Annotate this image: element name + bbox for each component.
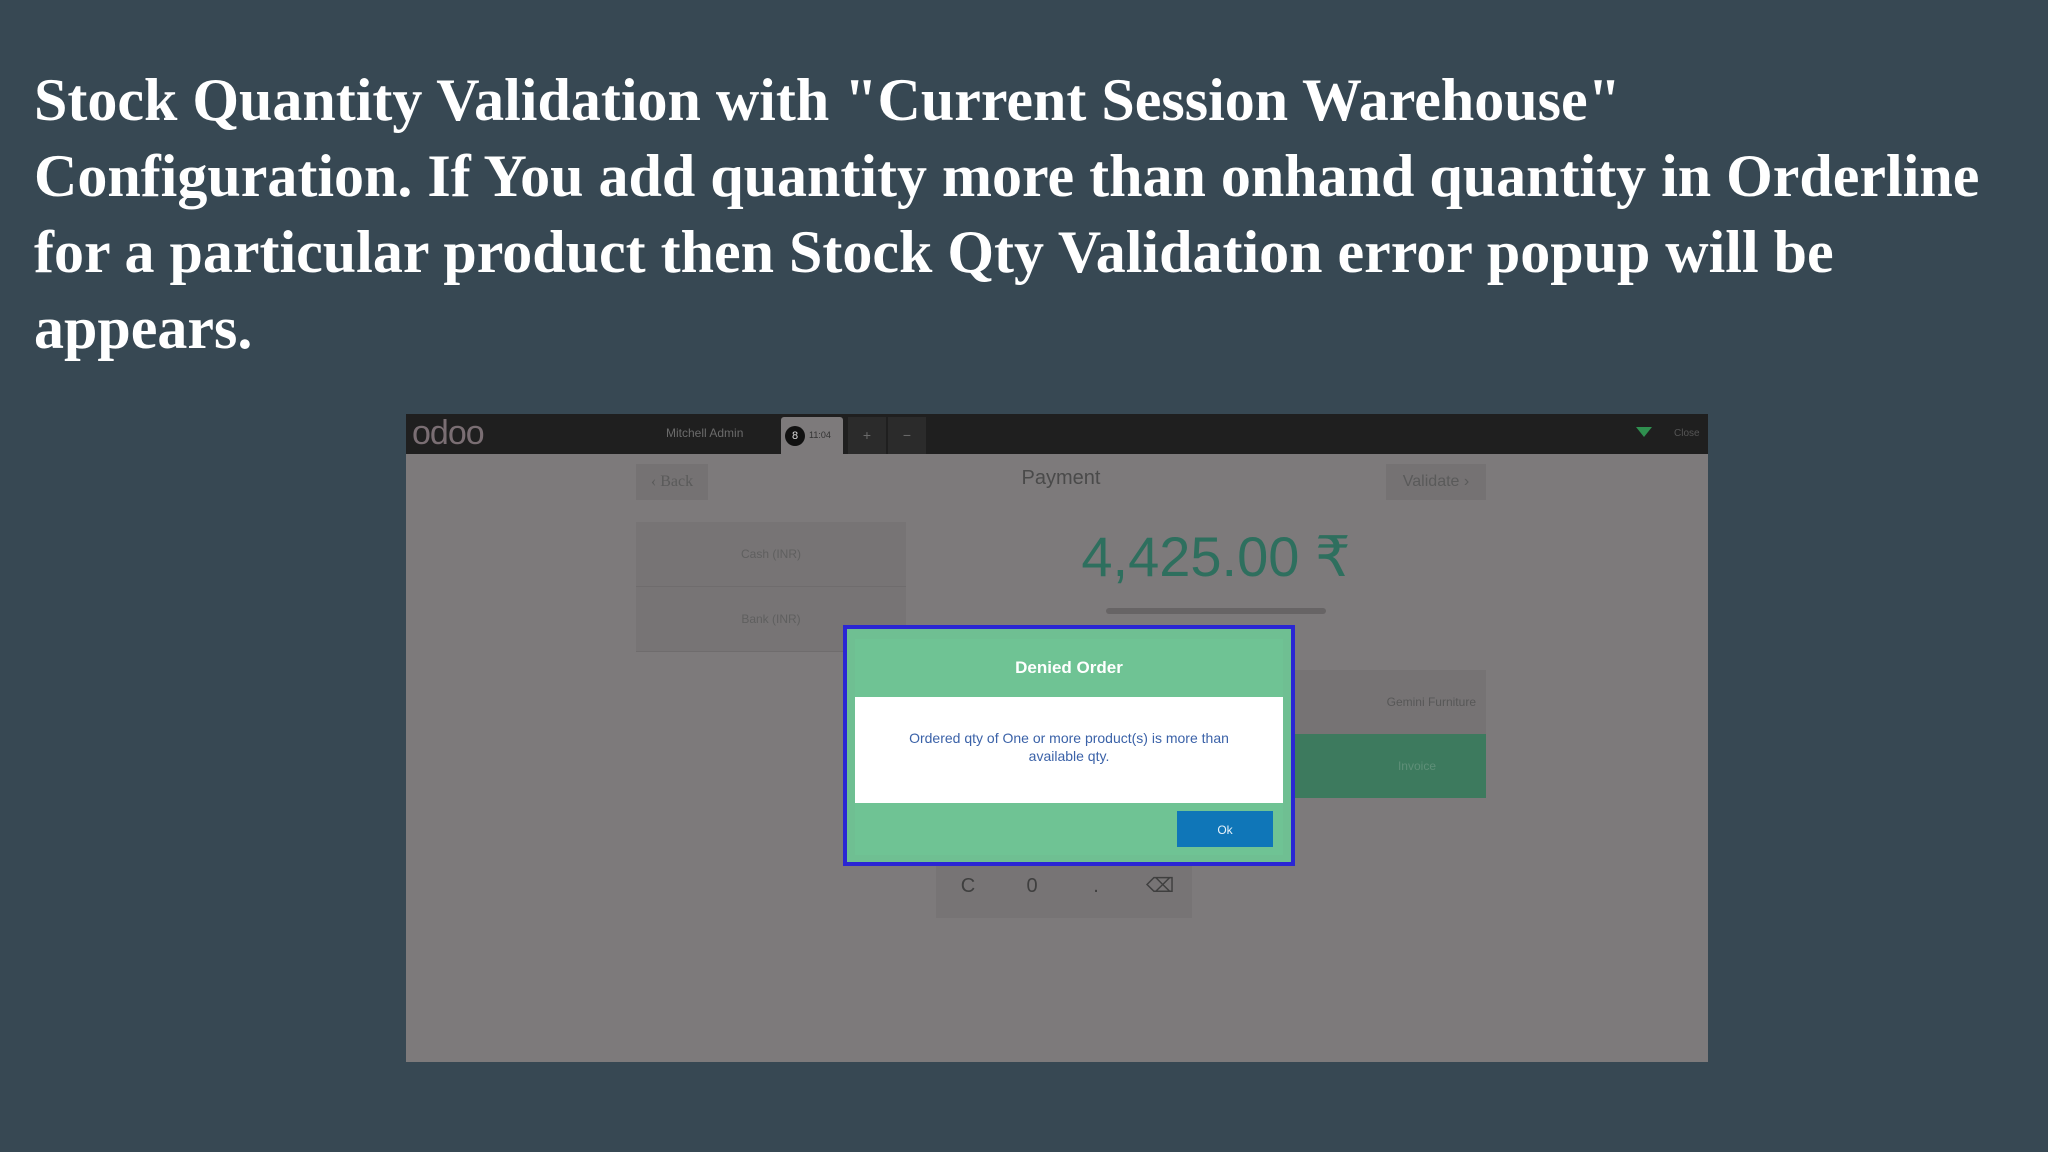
- popup-title: Denied Order: [855, 639, 1283, 697]
- user-name[interactable]: Mitchell Admin: [666, 426, 743, 440]
- customer-button[interactable]: Gemini Furniture: [1286, 670, 1486, 734]
- total-amount: 4,425.00 ₹: [1081, 525, 1351, 588]
- payment-method-cash[interactable]: Cash (INR): [636, 522, 906, 587]
- close-button[interactable]: Close: [1674, 428, 1700, 439]
- pos-topbar: odoo Mitchell Admin 8 11:04 + − Close: [406, 414, 1708, 454]
- order-tab[interactable]: 8 11:04: [781, 417, 843, 454]
- wifi-icon: [1636, 427, 1652, 437]
- amount-caption: [1106, 608, 1326, 614]
- denied-order-popup: Denied Order Ordered qty of One or more …: [843, 625, 1295, 866]
- popup-footer: Ok: [855, 803, 1283, 855]
- order-number: 8: [785, 426, 805, 446]
- ok-button[interactable]: Ok: [1177, 811, 1273, 847]
- add-order-button[interactable]: +: [848, 417, 886, 454]
- order-time: 11:04: [809, 430, 831, 440]
- popup-message: Ordered qty of One or more product(s) is…: [855, 697, 1283, 803]
- headline: Stock Quantity Validation with "Current …: [34, 67, 1980, 361]
- back-button[interactable]: ‹ Back: [636, 464, 708, 500]
- remove-order-button[interactable]: −: [888, 417, 926, 454]
- pos-screenshot: odoo Mitchell Admin 8 11:04 + − Close ‹ …: [406, 414, 1708, 1062]
- invoice-button[interactable]: Invoice: [1286, 734, 1486, 798]
- validate-button[interactable]: Validate ›: [1386, 464, 1486, 500]
- odoo-logo: odoo: [412, 414, 485, 452]
- payment-title: Payment: [1021, 467, 1101, 489]
